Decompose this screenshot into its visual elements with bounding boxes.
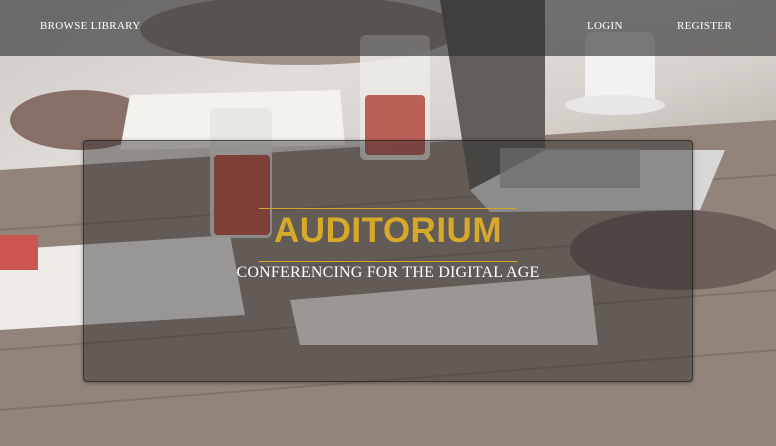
title-rule-top [259,208,517,209]
title-rule-bottom [259,261,517,262]
top-navigation-bar: BROWSE LIBRARY LOGIN REGISTER [0,0,776,56]
browse-library-link[interactable]: BROWSE LIBRARY [40,20,140,32]
hero-title: AUDITORIUM [274,211,502,250]
register-link[interactable]: REGISTER [677,20,732,32]
hero-subtitle: CONFERENCING FOR THE DIGITAL AGE [236,264,540,281]
login-link[interactable]: LOGIN [587,20,623,32]
hero-panel: AUDITORIUM CONFERENCING FOR THE DIGITAL … [83,140,693,382]
